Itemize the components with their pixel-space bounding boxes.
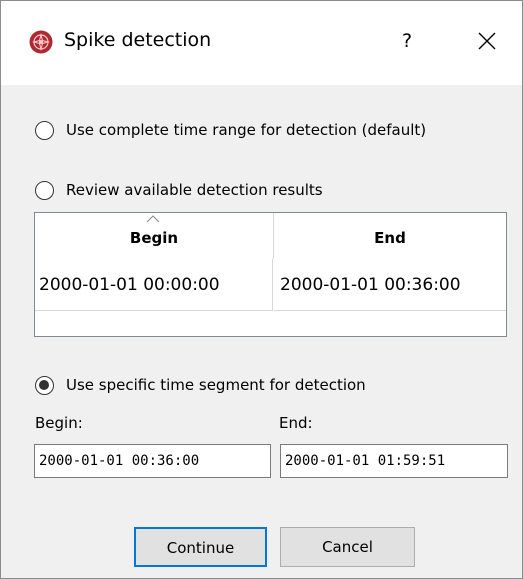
complete-range-radio[interactable] (35, 120, 54, 140)
segment-begin-input[interactable]: 2000-01-01 00:36:00 (34, 444, 271, 478)
close-button[interactable] (469, 23, 505, 59)
review-results-option[interactable]: Review available detection results (35, 177, 323, 203)
review-results-label: Review available detection results (66, 181, 323, 199)
spike-detection-dialog: Spike detection ? Use complete time rang… (0, 0, 523, 579)
help-button[interactable]: ? (391, 23, 423, 59)
column-header-end[interactable]: End (274, 213, 506, 259)
column-header-begin[interactable]: Begin (35, 213, 274, 259)
segment-begin-label: Begin: (35, 414, 83, 432)
complete-range-option[interactable]: Use complete time range for detection (d… (35, 117, 426, 143)
column-header-end-label: End (374, 229, 406, 247)
detection-results-table[interactable]: Begin End 2000-01-01 00:00:00 2000-01-01… (34, 212, 507, 337)
sort-ascending-icon (146, 215, 160, 223)
specific-segment-radio[interactable] (35, 375, 54, 395)
table-cell-begin[interactable]: 2000-01-01 00:00:00 (35, 259, 273, 311)
spike-app-icon (29, 30, 53, 54)
table-cell-end[interactable]: 2000-01-01 00:36:00 (274, 259, 506, 311)
segment-end-input[interactable]: 2000-01-01 01:59:51 (280, 444, 508, 478)
segment-end-label: End: (279, 414, 313, 432)
title-bar: Spike detection ? (1, 1, 522, 85)
complete-range-label: Use complete time range for detection (d… (66, 121, 427, 139)
close-icon (478, 32, 496, 50)
specific-segment-option[interactable]: Use specific time segment for detection (35, 372, 366, 398)
window-title: Spike detection (64, 29, 212, 51)
continue-button[interactable]: Continue (134, 527, 267, 567)
column-header-begin-label: Begin (129, 229, 179, 247)
specific-segment-label: Use specific time segment for detection (66, 376, 366, 394)
review-results-radio[interactable] (35, 180, 54, 200)
cancel-button[interactable]: Cancel (280, 527, 415, 567)
